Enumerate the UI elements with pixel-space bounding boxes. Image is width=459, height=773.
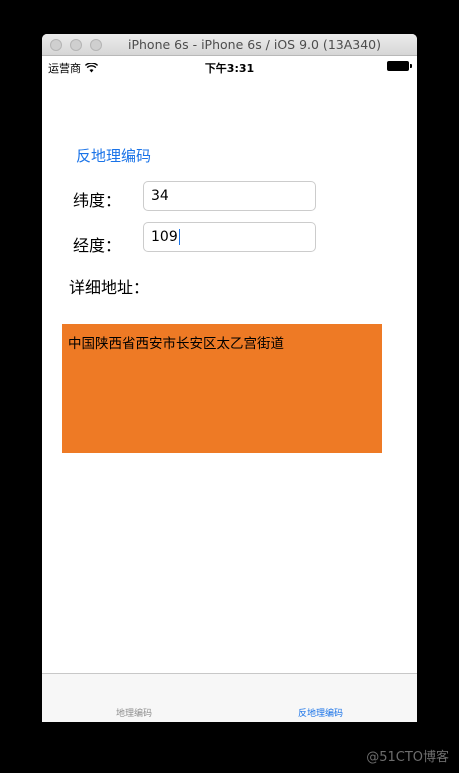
- status-bar: 运营商 下午3:31: [42, 56, 417, 76]
- address-result-text: 中国陕西省西安市长安区太乙宫街道: [68, 336, 284, 352]
- tab-reverse-geocode[interactable]: 反地理编码: [298, 706, 343, 719]
- tab-geocode[interactable]: 地理编码: [116, 706, 152, 719]
- minimize-window-button[interactable]: [70, 39, 82, 51]
- longitude-value: 109: [151, 229, 178, 245]
- longitude-label: 经度：: [73, 236, 122, 255]
- tab-bar: 地理编码 反地理编码: [42, 673, 417, 722]
- latitude-value: 34: [151, 188, 169, 204]
- window-controls: [50, 39, 102, 51]
- address-result-box: 中国陕西省西安市长安区太乙宫街道: [62, 324, 382, 453]
- zoom-window-button[interactable]: [90, 39, 102, 51]
- simulator-window: iPhone 6s - iPhone 6s / iOS 9.0 (13A340)…: [42, 34, 417, 722]
- window-titlebar: iPhone 6s - iPhone 6s / iOS 9.0 (13A340): [42, 34, 417, 56]
- longitude-field[interactable]: 109: [143, 222, 316, 252]
- watermark: @51CTO博客: [366, 750, 449, 765]
- window-title: iPhone 6s - iPhone 6s / iOS 9.0 (13A340): [127, 37, 382, 52]
- reverse-geocode-button[interactable]: 反地理编码: [76, 145, 151, 166]
- address-label: 详细地址：: [69, 278, 150, 297]
- latitude-field[interactable]: 34: [143, 181, 316, 211]
- close-window-button[interactable]: [50, 39, 62, 51]
- battery-full-icon: [387, 61, 412, 71]
- latitude-label: 纬度：: [73, 191, 122, 210]
- status-time: 下午3:31: [204, 62, 255, 75]
- text-cursor: [178, 229, 180, 245]
